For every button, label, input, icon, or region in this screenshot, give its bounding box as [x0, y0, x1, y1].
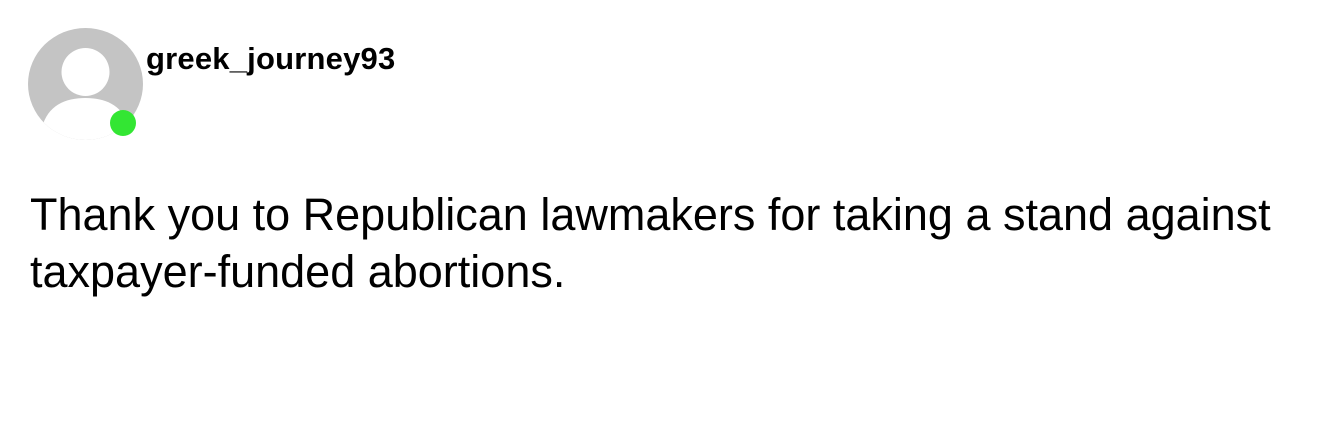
comment-text: Thank you to Republican lawmakers for ta…: [30, 189, 1271, 297]
online-status-indicator: [110, 110, 136, 136]
post-header: [28, 28, 143, 140]
username[interactable]: greek_journey93: [146, 41, 395, 77]
comment-post: greek_journey93 Thank you to Republican …: [0, 0, 1344, 442]
avatar[interactable]: [28, 28, 143, 140]
